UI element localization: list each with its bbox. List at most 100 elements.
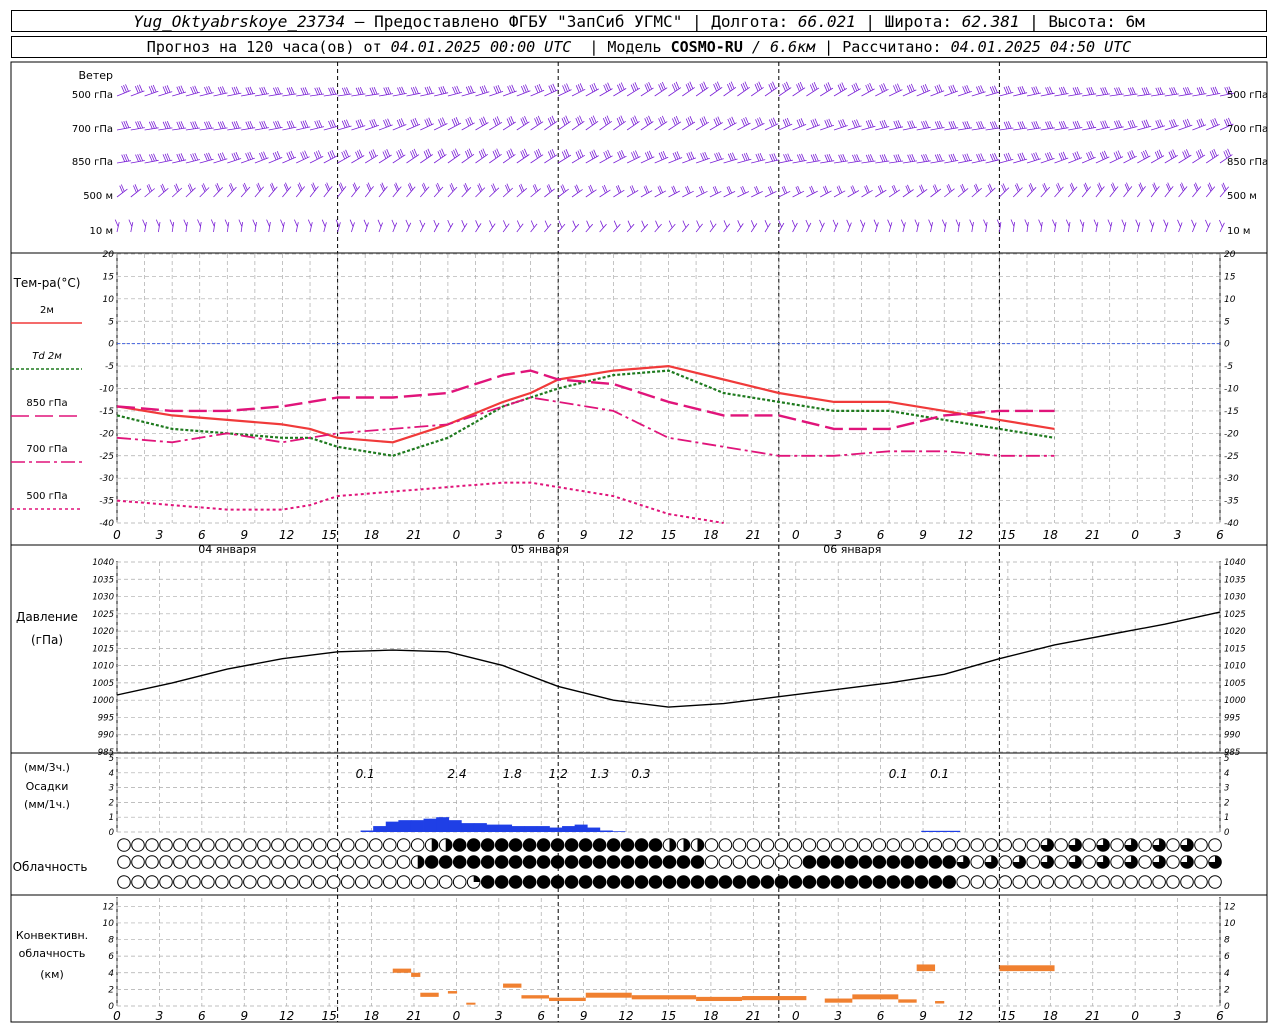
cloud-circle — [257, 875, 271, 889]
cloud-circle — [355, 875, 369, 889]
cloud-circle — [466, 855, 481, 869]
x-tick-label: 12 — [618, 1009, 633, 1023]
wind-barb — [1068, 151, 1083, 164]
wind-barb — [682, 81, 695, 97]
wind-barb — [941, 219, 947, 233]
cloud-circle — [1166, 875, 1180, 889]
wind-barb — [1192, 86, 1207, 97]
cloud-circle — [704, 855, 719, 869]
wind-barb — [199, 183, 210, 198]
cloud-circle — [452, 855, 467, 869]
x-tick-label: 12 — [958, 528, 973, 542]
cloud-circle — [257, 838, 271, 852]
y-tick-label: 2 — [108, 985, 114, 995]
conv-bar — [824, 998, 853, 1003]
wind-barb — [296, 150, 310, 164]
cloud-circle — [452, 875, 467, 889]
wind-level-label: 10 м — [1227, 226, 1250, 237]
wind-barb — [1095, 150, 1110, 164]
pressure-title: Давление — [16, 610, 78, 624]
wind-barb — [213, 183, 223, 198]
y-tick-label: -25 — [1224, 452, 1239, 462]
wind-barb — [985, 183, 996, 198]
wind-barb — [983, 219, 988, 233]
wind-barb — [833, 82, 848, 97]
wind-barb — [820, 118, 835, 131]
cloud-fill — [445, 838, 452, 852]
x-tick-label: 12 — [618, 528, 633, 542]
wind-barb — [488, 220, 496, 233]
pressure-panel: 985 985990 990995 9951000 10001005 10051010 10… — [92, 558, 1245, 758]
y-tick-label: -10 — [1224, 385, 1239, 395]
wind-barb — [1109, 120, 1124, 131]
x-tick-label: 18 — [1043, 528, 1059, 542]
wind-barb — [254, 182, 265, 198]
wind-barb — [377, 219, 383, 233]
wind-barb — [210, 219, 216, 233]
wind-level-label: 700 гПа — [1227, 124, 1268, 135]
wind-barb — [544, 184, 555, 198]
wind-barb — [294, 219, 299, 233]
wind-barb — [282, 87, 297, 97]
wind-barb — [461, 85, 476, 97]
cloud-circle — [452, 838, 467, 852]
x-tick-label: 18 — [364, 1009, 380, 1023]
wind-barb — [557, 184, 569, 198]
y-tick-label: -20 — [99, 429, 114, 439]
wind-barb — [778, 81, 792, 97]
wind-barb — [392, 148, 406, 164]
cloud-circle — [830, 875, 845, 889]
wind-barb — [241, 86, 256, 97]
cloud-circle — [229, 838, 243, 852]
cloud-circle — [760, 855, 775, 869]
wind-barb — [806, 81, 820, 97]
cloud-circle — [620, 838, 635, 852]
cloud-circle — [928, 855, 943, 869]
y-tick-label: 1030 — [92, 593, 114, 603]
wind-barb — [158, 85, 173, 97]
wind-barb — [169, 219, 175, 233]
wind-barb — [309, 119, 325, 131]
wind-barb — [805, 219, 812, 233]
cloud-circle — [341, 875, 355, 889]
wind-barb — [709, 152, 724, 164]
cloud-circle — [634, 875, 649, 889]
wind-barb — [875, 185, 887, 198]
wind-barb — [792, 153, 807, 164]
cloud-circle — [383, 855, 397, 869]
wind-level-label: 500 м — [83, 191, 113, 202]
wind-barb — [213, 152, 228, 164]
cloud-circle — [327, 875, 341, 889]
cloud-circle — [1208, 875, 1222, 889]
wind-barb — [723, 220, 731, 233]
wind-barb — [309, 150, 324, 164]
wind-barb — [1205, 219, 1211, 233]
wind-barb — [985, 153, 1000, 164]
wind-barb — [295, 182, 306, 198]
x-tick-label: 21 — [406, 1009, 421, 1023]
wind-barb — [183, 219, 188, 233]
wind-barb — [254, 151, 269, 164]
x-tick-label: 12 — [279, 528, 294, 542]
wind-barb — [957, 84, 972, 97]
cloud-circle — [998, 875, 1013, 889]
cloud-circle — [886, 855, 901, 869]
wind-barb — [116, 84, 131, 97]
cloud-circle — [648, 855, 663, 869]
cloud-circle — [243, 855, 257, 869]
wind-barb — [502, 148, 516, 164]
y-tick-label: 1010 — [1224, 662, 1246, 672]
y-tick-label: 12 — [103, 902, 115, 912]
wind-barb — [681, 220, 690, 233]
cloud-circle — [201, 838, 215, 852]
y-tick-label: 1020 — [1224, 627, 1246, 637]
wind-barb — [296, 87, 311, 97]
cloud-circle — [550, 855, 565, 869]
wind-barb — [144, 183, 155, 198]
wind-barb — [1040, 151, 1055, 164]
x-tick-label: 21 — [746, 528, 761, 542]
cloud-circle — [215, 875, 229, 889]
wind-barb — [571, 220, 580, 233]
wind-barb — [1095, 182, 1105, 198]
precip-bar — [486, 824, 500, 832]
